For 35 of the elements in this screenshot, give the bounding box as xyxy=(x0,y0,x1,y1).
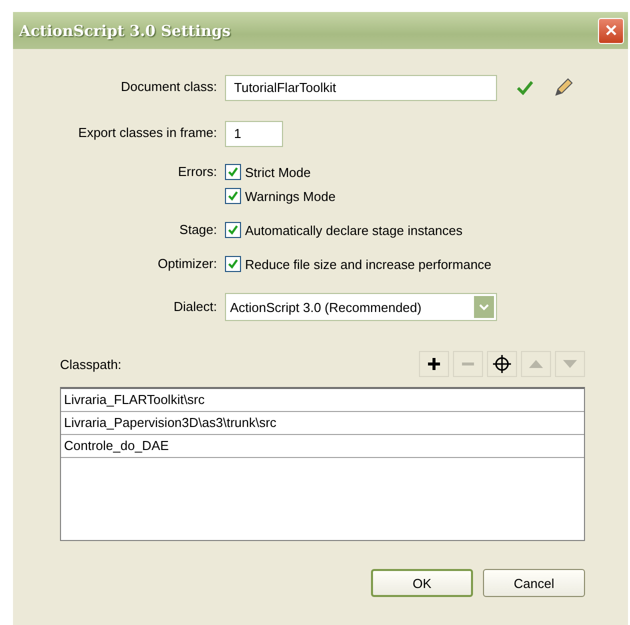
cancel-button[interactable]: Cancel xyxy=(483,569,585,597)
crosshair-icon xyxy=(493,355,511,373)
classpath-item[interactable]: Controle_do_DAE xyxy=(61,435,584,458)
browse-button[interactable] xyxy=(487,351,517,377)
field-label: Export classes in frame: xyxy=(77,124,217,142)
classpath-item[interactable]: Livraria_Papervision3D\as3\trunk\src xyxy=(61,412,584,435)
dialect-dropdown[interactable]: ActionScript 3.0 (Recommended) xyxy=(225,293,497,321)
up-arrow-icon xyxy=(529,360,543,368)
checkmark-icon[interactable] xyxy=(517,81,533,95)
chevron-down-icon xyxy=(479,304,489,310)
window-title: ActionScript 3.0 Settings xyxy=(19,22,231,40)
checkbox[interactable] xyxy=(225,188,241,204)
checkbox-label: Reduce file size and increase performance xyxy=(245,256,492,272)
checkbox[interactable] xyxy=(225,164,241,180)
down-arrow-icon xyxy=(563,360,577,368)
checkbox[interactable] xyxy=(225,256,241,272)
plus-icon xyxy=(428,358,440,370)
frame-field[interactable]: 1 xyxy=(225,121,283,147)
close-button[interactable]: ✕ xyxy=(598,18,624,44)
document-class-field[interactable]: TutorialFlarToolkit xyxy=(225,75,497,101)
checkbox-label: Automatically declare stage instances xyxy=(245,222,463,238)
option-label: Errors: xyxy=(177,163,217,181)
checkbox-label: Warnings Mode xyxy=(245,188,336,204)
ok-button[interactable]: OK xyxy=(371,569,473,597)
pencil-icon[interactable] xyxy=(553,78,573,98)
add-button[interactable] xyxy=(419,351,449,377)
field-label: Dialect: xyxy=(172,298,217,316)
checkbox-label: Strict Mode xyxy=(245,164,311,180)
checkbox[interactable] xyxy=(225,222,241,238)
option-label: Stage: xyxy=(178,221,217,239)
classpath-label: Classpath: xyxy=(60,356,122,372)
minus-icon xyxy=(462,362,474,366)
option-label: Optimizer: xyxy=(156,255,217,273)
classpath-item[interactable]: Livraria_FLARToolkit\src xyxy=(61,389,584,412)
field-label: Document class: xyxy=(120,78,217,96)
